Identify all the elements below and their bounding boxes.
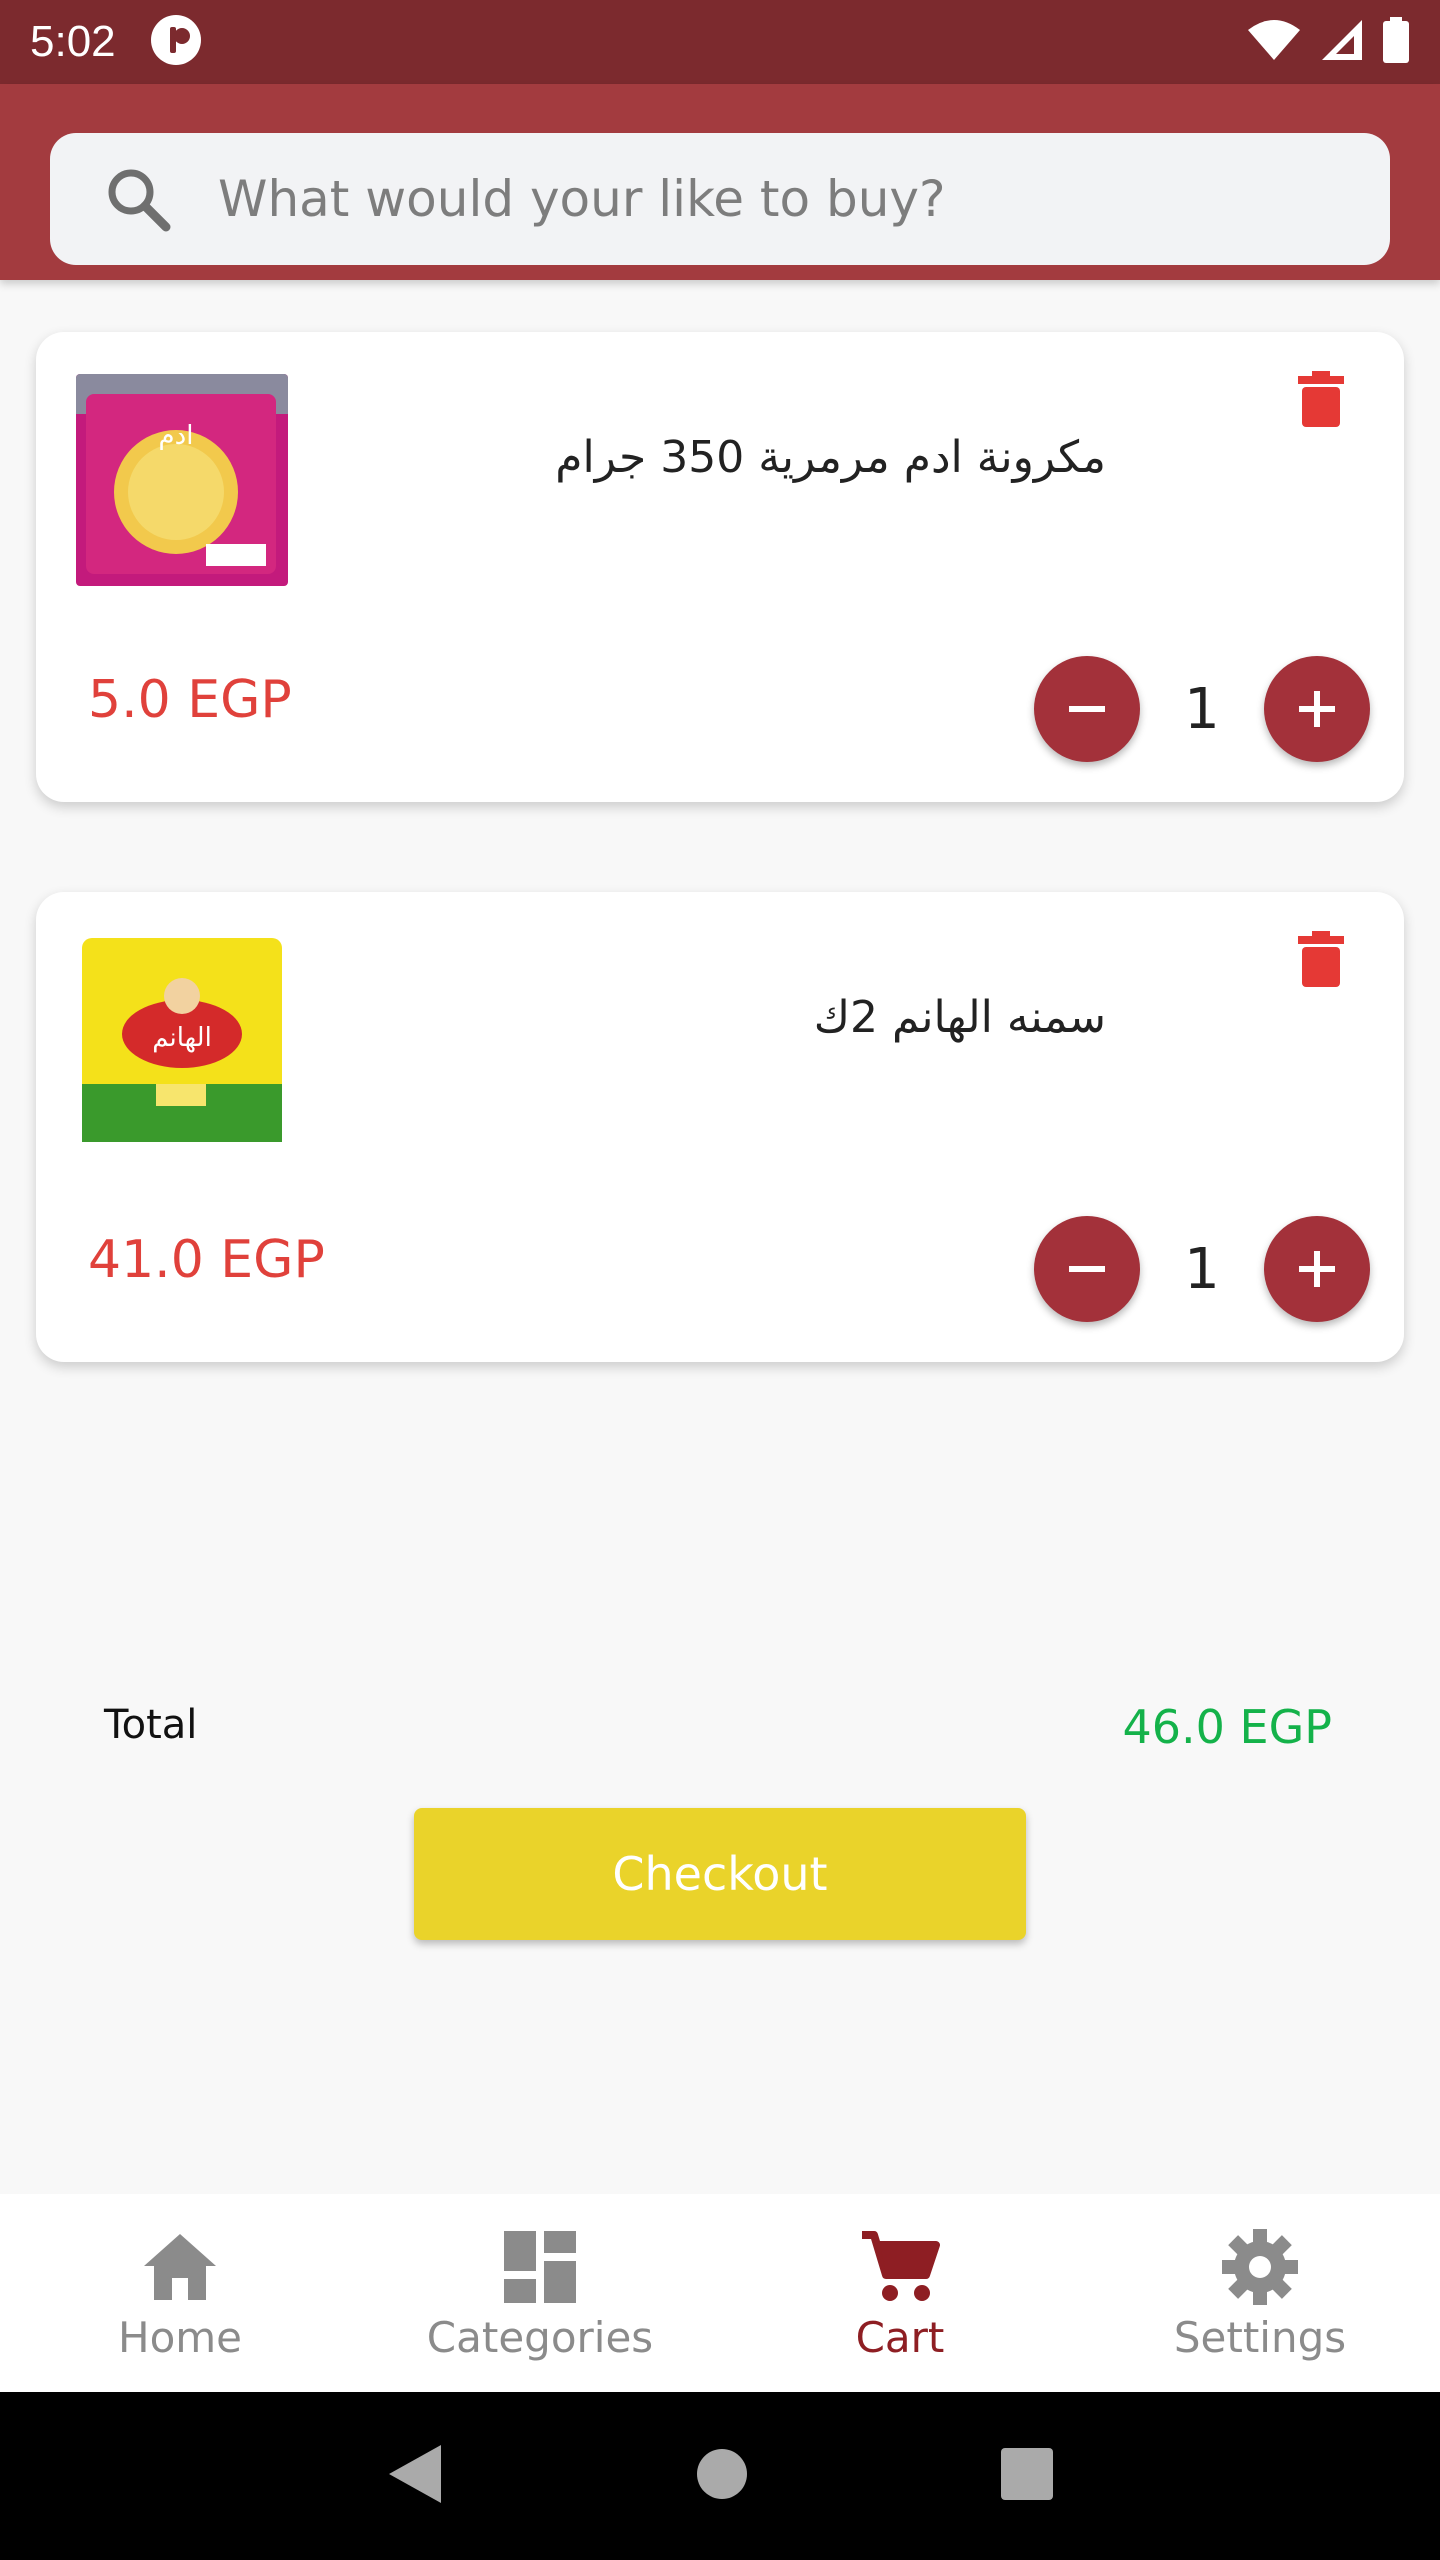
wifi-icon	[1246, 18, 1302, 66]
search-icon	[50, 164, 218, 234]
cart-item-card: ادم مكرونة ادم مرمرية 350 جرام 5.0 EGP 1	[36, 332, 1404, 802]
delete-button[interactable]	[1286, 924, 1356, 994]
thumb-brand-text: ادم	[159, 421, 194, 451]
dashboard-icon	[504, 2221, 576, 2313]
search-input[interactable]	[218, 170, 1318, 228]
increase-quantity-button[interactable]	[1263, 656, 1370, 762]
battery-icon	[1382, 17, 1410, 67]
product-name: سمنه الهانم 2ك	[813, 992, 1106, 1043]
cart-screen: 5:02 What would your like to buy? ادم مك…	[0, 0, 1440, 2560]
decrease-quantity-button[interactable]	[1034, 656, 1140, 762]
nav-item-cart[interactable]: Cart	[720, 2194, 1080, 2392]
home-icon	[142, 2221, 218, 2313]
nav-label: Cart	[855, 2313, 945, 2362]
quantity-stepper: 1	[1034, 656, 1370, 762]
status-bar: 5:02	[0, 0, 1440, 84]
back-icon[interactable]	[387, 2443, 443, 2509]
quantity-value: 1	[1184, 1236, 1220, 1302]
minus-icon	[1069, 1266, 1105, 1272]
nav-item-home[interactable]: Home	[0, 2194, 360, 2392]
minus-icon	[1069, 706, 1105, 712]
product-name: مكرونة ادم مرمرية 350 جرام	[555, 432, 1106, 483]
trash-icon	[1298, 371, 1344, 427]
cart-icon	[860, 2221, 940, 2313]
increase-quantity-button[interactable]	[1263, 1216, 1370, 1322]
status-time: 5:02	[30, 17, 116, 66]
search-bar[interactable]	[50, 133, 1390, 265]
quantity-stepper: 1	[1034, 1216, 1370, 1322]
decrease-quantity-button[interactable]	[1034, 1216, 1140, 1322]
cart-item-card: الهانم سمنه الهانم 2ك 41.0 EGP 1	[36, 892, 1404, 1362]
app-bar	[0, 84, 1440, 280]
nav-item-categories[interactable]: Categories	[360, 2194, 720, 2392]
product-price: 5.0 EGP	[88, 670, 292, 730]
nav-label: Home	[117, 2313, 243, 2362]
nav-label: Settings	[1173, 2313, 1347, 2362]
product-thumbnail[interactable]: ادم	[76, 374, 288, 586]
nav-label: Categories	[426, 2313, 654, 2362]
gear-icon	[1222, 2221, 1298, 2313]
delete-button[interactable]	[1286, 364, 1356, 434]
nav-item-settings[interactable]: Settings	[1080, 2194, 1440, 2392]
plus-icon	[1298, 1251, 1335, 1287]
home-circle-icon[interactable]	[696, 2448, 748, 2504]
trash-icon	[1298, 931, 1344, 987]
checkout-button[interactable]: Checkout	[414, 1808, 1026, 1940]
signal-icon	[1320, 18, 1364, 66]
status-right	[1246, 17, 1410, 67]
product-price: 41.0 EGP	[88, 1230, 325, 1290]
quantity-value: 1	[1184, 676, 1220, 742]
thumb-brand-text: الهانم	[152, 1023, 212, 1053]
bottom-navigation: Home Categories Cart Settings	[0, 2194, 1440, 2392]
system-navigation-bar	[0, 2392, 1440, 2560]
product-thumbnail[interactable]: الهانم	[76, 934, 288, 1146]
app-notification-icon	[150, 14, 202, 70]
total-label: Total	[104, 1702, 198, 1748]
status-left: 5:02	[30, 14, 202, 70]
total-value: 46.0 EGP	[1122, 1700, 1333, 1754]
recents-icon[interactable]	[1001, 2448, 1054, 2504]
plus-icon	[1298, 691, 1335, 727]
